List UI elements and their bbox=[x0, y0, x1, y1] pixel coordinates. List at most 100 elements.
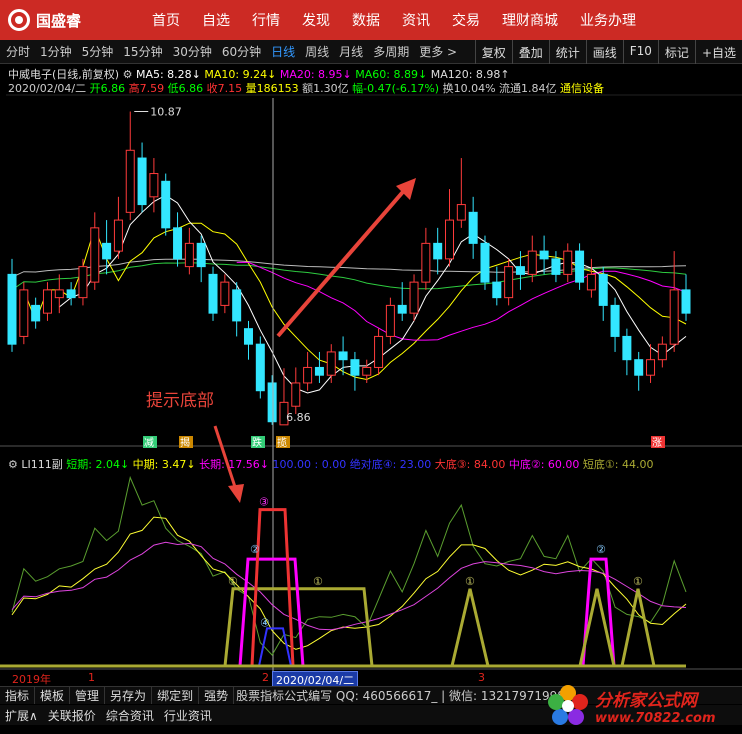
x-label-1: 1 bbox=[88, 671, 95, 684]
level-marker: ① bbox=[633, 575, 643, 588]
formula-contact-text: 股票指标公式编写 QQ: 460566617_ | 微信: 1321797199… bbox=[236, 689, 565, 703]
indicator-name[interactable]: LI111副 bbox=[21, 458, 62, 471]
level-marker: ① bbox=[313, 575, 323, 588]
long-term-value: 长期: 17.56↓ bbox=[199, 458, 270, 471]
short-term-line bbox=[11, 541, 687, 631]
candle-body bbox=[220, 281, 230, 306]
candle-body bbox=[102, 242, 112, 260]
candle-body bbox=[622, 335, 632, 361]
candle-body bbox=[397, 304, 407, 314]
ma60-line bbox=[11, 262, 687, 291]
candle-body bbox=[610, 304, 620, 337]
candle-body bbox=[232, 289, 242, 322]
candle-body bbox=[184, 242, 194, 268]
candle-body bbox=[634, 359, 644, 376]
quote-date: 2020/02/04/二 bbox=[8, 82, 87, 95]
bottom-tab2-3[interactable]: 行业资讯 bbox=[159, 707, 217, 724]
candle-body bbox=[575, 250, 585, 283]
candle-body bbox=[338, 351, 348, 361]
candle-body bbox=[586, 273, 596, 291]
mid-bottom-value: 中底②: 60.00 bbox=[508, 458, 580, 471]
candle-body bbox=[480, 242, 490, 283]
candle-body bbox=[669, 289, 679, 345]
bottom-tab-0[interactable]: 指标 bbox=[0, 687, 36, 704]
candle-body bbox=[255, 343, 265, 392]
settings-icon[interactable]: ⚙ bbox=[8, 458, 18, 471]
close-value: 收7.15 bbox=[206, 82, 243, 95]
amount-value: 额1.30亿 bbox=[302, 82, 349, 95]
candle-body bbox=[551, 258, 561, 275]
candle-body bbox=[7, 273, 17, 345]
big-bottom-value: 大底③: 84.00 bbox=[434, 458, 506, 471]
candle-body bbox=[563, 250, 573, 275]
candle-body bbox=[527, 250, 537, 275]
candle-body bbox=[598, 273, 608, 306]
candle-body bbox=[137, 157, 147, 206]
candle-body bbox=[66, 289, 76, 299]
signal-marker-text: 揽 bbox=[277, 436, 287, 449]
candle-body bbox=[125, 149, 135, 213]
candle-body bbox=[267, 382, 277, 423]
signal-marker-text: 揭 bbox=[180, 436, 190, 449]
candle-body bbox=[149, 173, 159, 198]
candle-body bbox=[539, 250, 549, 260]
candle-body bbox=[42, 289, 52, 314]
high-price-label: 10.87 bbox=[150, 106, 182, 119]
candle-body bbox=[113, 219, 123, 252]
candle-body bbox=[468, 211, 478, 244]
candle-body bbox=[31, 304, 41, 322]
bottom-tab-5[interactable]: 强势 bbox=[199, 687, 235, 704]
watermark-title: 分析家公式网 bbox=[595, 690, 697, 711]
candle-body bbox=[445, 219, 455, 260]
short-bottom-value: 短底①: 44.00 bbox=[582, 458, 654, 471]
abs-bottom-value: 绝对底④: 23.00 bbox=[349, 458, 432, 471]
x-label-year: 2019年 bbox=[12, 673, 51, 686]
candle-body bbox=[19, 289, 29, 337]
hint-arrow-head bbox=[228, 484, 244, 503]
low-price-label: 6.86 bbox=[286, 411, 311, 424]
sector-value: 通信设备 bbox=[560, 82, 605, 95]
candle-body bbox=[374, 335, 384, 368]
candle-body bbox=[515, 266, 525, 275]
price-chart[interactable]: 10.87 6.86 减 揭 跌 揽 涨 ① ① ① ② ② ③ ④ ① bbox=[0, 0, 742, 686]
candle-body bbox=[492, 281, 502, 299]
signal-marker-text: 跌 bbox=[252, 436, 262, 449]
change-value: 幅-0.47(-6.17%) bbox=[352, 82, 440, 95]
candle-body bbox=[385, 304, 395, 337]
candle-body bbox=[504, 266, 514, 299]
ohlc-info: 2020/02/04/二 开6.86 高7.59 低6.86 收7.15 量18… bbox=[8, 80, 604, 96]
volume-value: 量186153 bbox=[245, 82, 299, 95]
mid-term-value: 中期: 3.47↓ bbox=[132, 458, 196, 471]
sub-indicator-info: ⚙ LI111副 短期: 2.04↓ 中期: 3.47↓ 长期: 17.56↓ … bbox=[8, 456, 653, 472]
bottom-tab-2[interactable]: 管理 bbox=[70, 687, 106, 704]
candle-body bbox=[681, 289, 691, 314]
signal-marker-text: 涨 bbox=[652, 437, 662, 449]
candle-body bbox=[243, 328, 253, 345]
float-value: 流通1.84亿 bbox=[499, 82, 557, 95]
candle-body bbox=[303, 366, 313, 384]
watermark-url: www.70822.com bbox=[595, 710, 716, 726]
bottom-hint-annotation: 提示底部 bbox=[146, 391, 214, 411]
short-bottom-spike bbox=[450, 588, 490, 667]
bottom-tab-4[interactable]: 绑定到 bbox=[152, 687, 200, 704]
candle-body bbox=[291, 382, 301, 407]
short-term-value: 短期: 2.04↓ bbox=[66, 458, 130, 471]
level-marker: ④ bbox=[260, 616, 270, 629]
bottom-tab2-0[interactable]: 扩展∧ bbox=[0, 707, 43, 724]
flower-logo-icon bbox=[548, 684, 588, 725]
candle-body bbox=[433, 242, 443, 260]
candle-body bbox=[314, 366, 324, 376]
high-value: 高7.59 bbox=[128, 82, 165, 95]
bottom-tab2-1[interactable]: 关联报价 bbox=[43, 707, 101, 724]
bottom-tab2-2[interactable]: 综合资讯 bbox=[101, 707, 159, 724]
level-marker: ② bbox=[596, 543, 606, 556]
candle-body bbox=[362, 366, 372, 376]
level-marker: ② bbox=[250, 543, 260, 556]
bottom-tab-3[interactable]: 另存为 bbox=[105, 687, 153, 704]
level-marker: ① bbox=[228, 575, 238, 588]
watermark: 分析家公式网 www.70822.com bbox=[545, 677, 742, 734]
level-marker: ① bbox=[465, 575, 475, 588]
bottom-tab-1[interactable]: 模板 bbox=[35, 687, 71, 704]
candle-body bbox=[657, 343, 667, 361]
candle-body bbox=[350, 359, 360, 376]
